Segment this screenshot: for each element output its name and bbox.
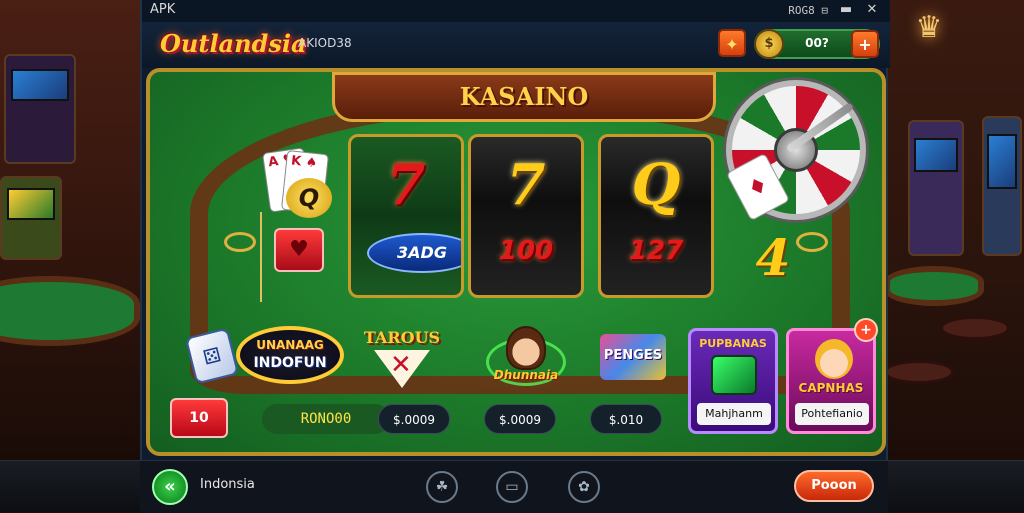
game-tile-indofun[interactable]: UNANAAG INDOFUN xyxy=(236,326,344,384)
game-title: UNANAAG xyxy=(256,338,324,352)
game-tile-penges[interactable]: PENGES xyxy=(596,334,670,382)
bet-amount-pill[interactable]: $.0009 xyxy=(484,404,556,434)
game-title: TAROUS xyxy=(363,328,441,347)
player-name-field[interactable]: RONO00 xyxy=(262,404,390,434)
play-action-button[interactable]: Pooon xyxy=(794,470,874,502)
queen-symbol: Q xyxy=(286,178,332,218)
banner-title: KASAINO xyxy=(459,82,589,111)
status-indicator: ROG8 ⊟ xyxy=(788,4,828,17)
add-coins-button[interactable]: + xyxy=(851,30,879,58)
arcade-machine-right xyxy=(908,120,964,256)
region-label: Indonsia xyxy=(200,477,255,492)
side-reel-symbol: 4 xyxy=(755,228,791,287)
mahjong-block-icon xyxy=(711,355,757,395)
character-avatar xyxy=(815,339,853,379)
app-header: Outlandsia AKIOD38 ✦ $ 00? + xyxy=(142,22,890,68)
bar-stool xyxy=(884,360,954,384)
reel-symbol-top: 7 xyxy=(386,152,426,218)
game-tile-tarot[interactable]: TAROUS ✕ xyxy=(356,324,448,390)
reel-symbol-bottom: 127 xyxy=(628,236,684,266)
arcade-machine-left-lower xyxy=(0,176,62,260)
game-subtitle: INDOFUN xyxy=(253,355,327,371)
app-logo[interactable]: Outlandsia xyxy=(160,22,307,66)
game-title: PENGES xyxy=(603,348,663,363)
game-title: CAPNHAS xyxy=(798,381,864,395)
bottom-bar: « Indonsia ☘ ▭ ✿ Pooon xyxy=(0,460,1024,513)
table-line xyxy=(260,212,262,302)
game-label: Pohtefianio xyxy=(795,403,869,425)
slot-reel-2[interactable]: 7 100 xyxy=(468,134,584,298)
app-window: APK ROG8 ⊟ ▬ ✕ Outlandsia AKIOD38 ✦ $ 00… xyxy=(140,0,890,460)
chandelier-icon: ♛ xyxy=(915,10,943,45)
close-icon[interactable]: ✕ xyxy=(864,2,880,17)
arcade-machine-left xyxy=(4,54,76,164)
clover-icon[interactable]: ☘ xyxy=(426,471,458,503)
bet-amount-pill[interactable]: $.010 xyxy=(590,404,662,434)
slot-reel-3[interactable]: Q 127 xyxy=(598,134,714,298)
red-action-button[interactable]: 10 xyxy=(170,398,228,438)
poker-table-right xyxy=(884,266,984,306)
title-bar: APK ROG8 ⊟ ▬ ✕ xyxy=(142,0,890,22)
casino-banner: KASAINO xyxy=(332,72,716,122)
game-tile-mahjong[interactable]: PUPBANAS Mahjhanm xyxy=(688,328,778,434)
gift-button[interactable]: ✦ xyxy=(718,29,746,57)
right-room-backdrop: ♛ xyxy=(884,0,1024,460)
reel-symbol-bottom: 3ADG xyxy=(367,233,461,273)
back-button[interactable]: « xyxy=(152,469,188,505)
settings-flower-icon[interactable]: ✿ xyxy=(568,471,600,503)
chip-ring-icon xyxy=(224,232,256,252)
bar-stool xyxy=(940,316,1010,340)
window-icon[interactable]: ▭ xyxy=(496,471,528,503)
poker-table-left xyxy=(0,276,140,346)
game-tile-princess[interactable]: CAPNHAS Pohtefianio xyxy=(786,328,876,434)
bet-amount-pill[interactable]: $.0009 xyxy=(378,404,450,434)
left-room-backdrop xyxy=(0,0,140,460)
game-label: Mahjhanm xyxy=(697,403,771,425)
heart-icon: ♥ xyxy=(274,228,324,272)
reel-symbol-top: 7 xyxy=(506,152,546,218)
apk-tag: APK xyxy=(150,2,176,17)
game-title: Dhunnaia xyxy=(493,368,559,382)
coin-balance-value: 00? xyxy=(805,36,829,50)
arcade-machine-right-edge xyxy=(982,116,1022,256)
coin-icon: $ xyxy=(754,29,784,59)
reel-symbol-top: Q xyxy=(631,152,681,218)
game-title: PUPBANAS xyxy=(699,337,767,350)
slot-reel-1[interactable]: 7 3ADG xyxy=(348,134,464,298)
app-subtitle: AKIOD38 xyxy=(298,36,352,50)
bottom-nav: « Indonsia ☘ ▭ ✿ Pooon xyxy=(140,461,888,513)
add-badge-icon[interactable]: + xyxy=(854,318,878,342)
coin-balance: $ 00? + xyxy=(754,29,880,59)
game-tile-girl[interactable]: Dhunnaia xyxy=(480,322,572,394)
reel-symbol-bottom: 100 xyxy=(498,236,554,266)
character-avatar xyxy=(506,326,546,370)
casino-table: KASAINO A ♥ K ♠ Q ♥ 7 3ADG 7 100 Q 127 4… xyxy=(146,68,886,456)
cross-icon: ✕ xyxy=(390,350,412,380)
minimize-icon[interactable]: ▬ xyxy=(838,2,854,17)
